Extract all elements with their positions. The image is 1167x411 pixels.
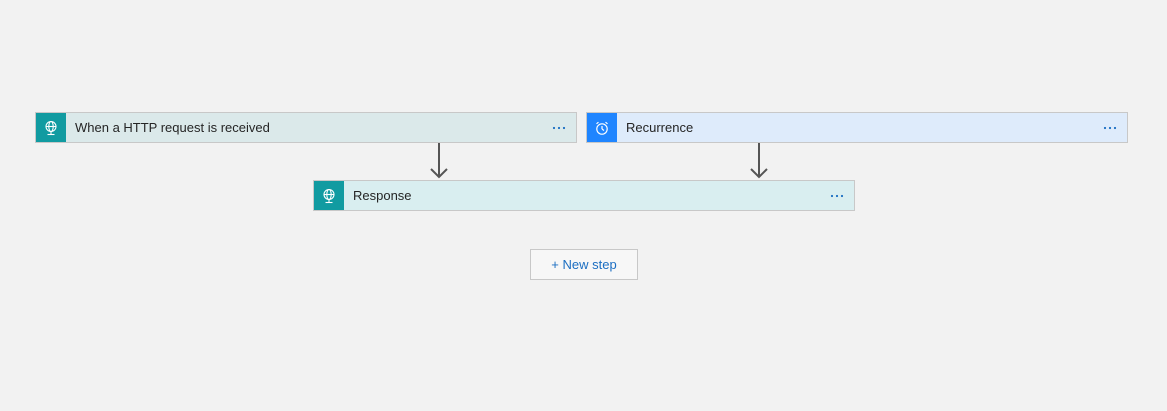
action-card-response[interactable]: Response — [313, 180, 855, 211]
more-options-button[interactable] — [824, 186, 850, 206]
trigger-card-recurrence[interactable]: Recurrence — [586, 112, 1128, 143]
more-options-button[interactable] — [546, 118, 572, 138]
flow-arrow-icon — [430, 143, 448, 179]
flow-designer-canvas: When a HTTP request is received Recurren… — [0, 0, 1167, 411]
flow-arrow-icon — [750, 143, 768, 179]
new-step-button[interactable]: + New step — [530, 249, 638, 280]
http-globe-icon — [36, 113, 66, 142]
more-options-button[interactable] — [1097, 118, 1123, 138]
trigger-title: Recurrence — [626, 120, 694, 135]
alarm-clock-icon — [587, 113, 617, 142]
ellipsis-icon — [1103, 126, 1117, 129]
action-title: Response — [353, 188, 412, 203]
ellipsis-icon — [552, 126, 566, 129]
ellipsis-icon — [830, 194, 844, 197]
trigger-card-http-request[interactable]: When a HTTP request is received — [35, 112, 577, 143]
trigger-title: When a HTTP request is received — [75, 120, 270, 135]
http-globe-icon — [314, 181, 344, 210]
